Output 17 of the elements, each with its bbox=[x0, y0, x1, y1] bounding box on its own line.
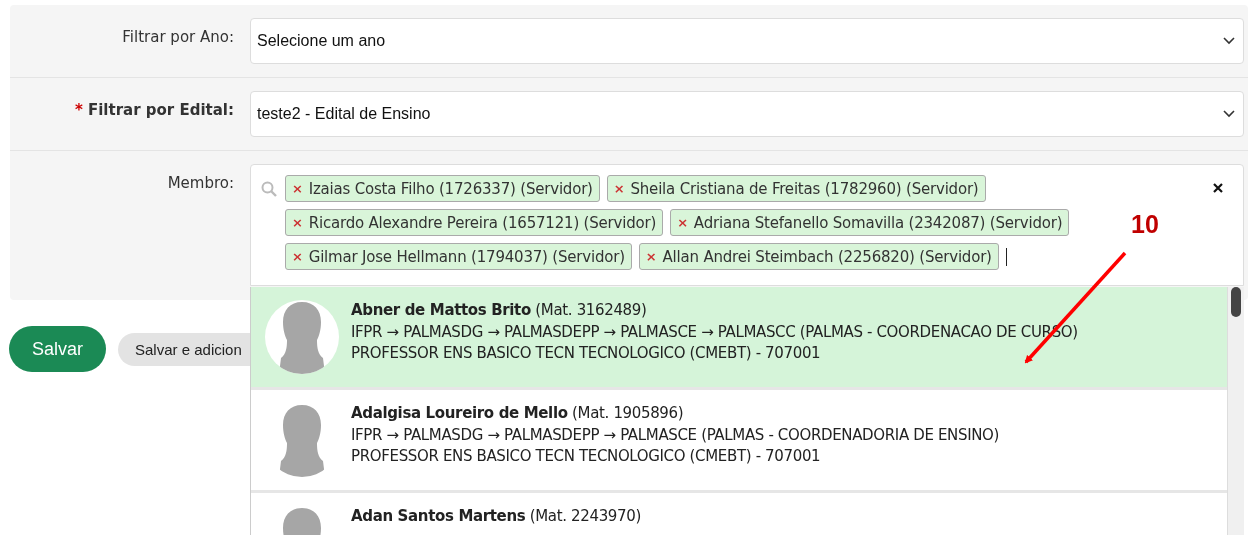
required-asterisk: * bbox=[75, 101, 83, 119]
field-label: Filtrar por Ano: bbox=[122, 28, 234, 46]
member-position: PROFESSOR ENS BASICO TECN TECNOLOGICO (CMEBT) - 707001 bbox=[351, 446, 822, 467]
member-name: Abner de Mattos Brito (Mat. 3162489) bbox=[351, 300, 648, 321]
member-tag-label: Izaias Costa Filho (1726337) (Servidor) bbox=[308, 179, 593, 198]
field-label: Filtrar por Edital: bbox=[87, 101, 234, 119]
member-tag-label: Allan Andrei Steimbach (2256820) (Servidor) bbox=[662, 247, 992, 266]
member-position: PROFESSOR ENS BASICO TECN TECNOLOGICO (CMEBT) - 707001 bbox=[351, 343, 822, 364]
field-label: Membro: bbox=[167, 174, 234, 192]
member-name: Adan Santos Martens (Mat. 2243970) bbox=[351, 506, 641, 527]
member-tag-label: Adriana Stefanello Somavilla (2342087) (Servidor) bbox=[693, 213, 1063, 232]
member-unit-path: IFPR → PALMASDG → PALMASDEPP → PALMASCE (PALMAS - COORDENADORIA DE ENSINO) bbox=[351, 424, 1000, 446]
member-name: Adalgisa Loureiro de Mello (Mat. 1905896) bbox=[351, 403, 685, 424]
member-tag-label: Sheila Cristiana de Freitas (1782960) (Servidor) bbox=[630, 179, 979, 198]
member-tag-label: Gilmar Jose Hellmann (1794037) (Servidor) bbox=[308, 247, 625, 266]
annotation-number: 10 bbox=[1131, 210, 1159, 239]
member-tag-label: Ricardo Alexandre Pereira (1657121) (Servidor) bbox=[308, 213, 657, 232]
